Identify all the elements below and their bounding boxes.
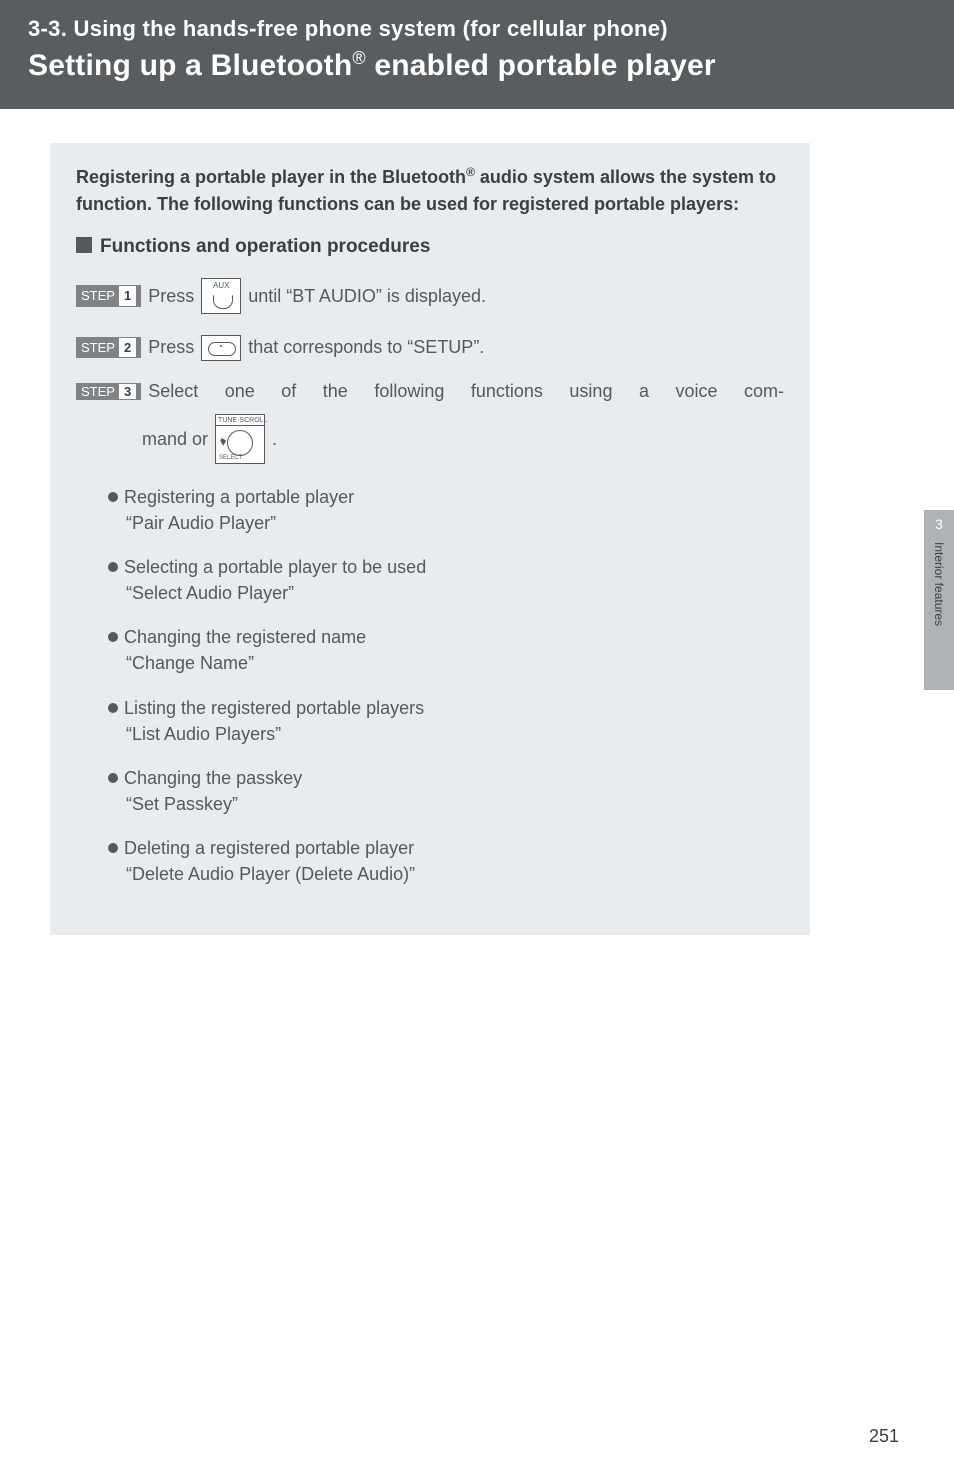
page-number: 251 <box>869 1426 899 1447</box>
side-tab: 3 Interior features <box>924 510 954 690</box>
step-label: STEP <box>81 384 115 399</box>
step3-tail-pre: mand or <box>142 429 208 450</box>
step2-post: that corresponds to “SETUP”. <box>248 334 484 361</box>
list-item: Selecting a portable player to be used “… <box>108 554 784 606</box>
step-number: 2 <box>119 338 136 358</box>
intro-pre: Registering a portable player in the Blu… <box>76 167 466 187</box>
step-badge: STEP 3 <box>76 383 141 400</box>
step-label: STEP <box>81 338 115 358</box>
step2-pre: Press <box>148 334 194 361</box>
registered-symbol-icon: ® <box>352 48 365 68</box>
func-command: “Select Audio Player” <box>126 580 784 606</box>
bullet-icon <box>108 562 118 572</box>
step3-text: Select one of the following functions us… <box>148 381 784 402</box>
square-marker-icon <box>76 237 92 253</box>
func-title: Listing the registered portable players <box>124 698 424 718</box>
func-command: “Set Passkey” <box>126 791 784 817</box>
content-panel: Registering a portable player in the Blu… <box>50 143 810 935</box>
knob-select-label: SELECT <box>219 455 242 461</box>
section-id: 3-3. Using the hands-free phone system (… <box>28 16 926 42</box>
title-pre: Setting up a Bluetooth <box>28 49 352 82</box>
title-post: enabled portable player <box>366 49 716 82</box>
step3-tail-post: . <box>272 429 277 450</box>
content-area: Registering a portable player in the Blu… <box>0 109 954 935</box>
bullet-icon <box>108 773 118 783</box>
step-label: STEP <box>81 286 115 306</box>
func-title: Deleting a registered portable player <box>124 838 414 858</box>
side-tab-label: Interior features <box>932 542 946 626</box>
bullet-icon <box>108 843 118 853</box>
sub-heading: Functions and operation procedures <box>76 236 784 258</box>
step-number: 3 <box>119 384 136 399</box>
aux-button-icon: AUX <box>201 278 241 314</box>
step-number: 1 <box>119 286 136 306</box>
list-item: Listing the registered portable players … <box>108 695 784 747</box>
step-3: STEP 3 Select one of the following funct… <box>76 381 784 464</box>
tune-scroll-knob-icon: TUNE·SCROLL SELECT <box>215 414 265 464</box>
step-1: STEP 1 Press AUX until “BT AUDIO” is dis… <box>76 278 784 314</box>
aux-label: AUX <box>213 281 229 290</box>
intro-paragraph: Registering a portable player in the Blu… <box>76 163 784 218</box>
func-command: “Pair Audio Player” <box>126 510 784 536</box>
subheading-text: Functions and operation procedures <box>100 236 430 257</box>
list-item: Deleting a registered portable player “D… <box>108 835 784 887</box>
preset-button-icon <box>201 335 241 361</box>
func-title: Registering a portable player <box>124 487 354 507</box>
bullet-icon <box>108 703 118 713</box>
arrow-icon <box>219 438 226 446</box>
step1-pre: Press <box>148 283 194 310</box>
list-item: Changing the passkey “Set Passkey” <box>108 765 784 817</box>
bullet-icon <box>108 492 118 502</box>
list-item: Changing the registered name “Change Nam… <box>108 624 784 676</box>
func-title: Selecting a portable player to be used <box>124 557 426 577</box>
dial-icon <box>227 430 253 456</box>
step-badge: STEP 2 <box>76 337 141 359</box>
func-command: “Change Name” <box>126 650 784 676</box>
step-2: STEP 2 Press that corresponds to “SETUP”… <box>76 334 784 361</box>
func-command: “List Audio Players” <box>126 721 784 747</box>
function-list: Registering a portable player “Pair Audi… <box>108 484 784 887</box>
step1-post: until “BT AUDIO” is displayed. <box>248 283 486 310</box>
section-title: Setting up a Bluetooth® enabled portable… <box>28 48 926 83</box>
side-tab-number: 3 <box>924 510 954 532</box>
func-title: Changing the passkey <box>124 768 302 788</box>
func-title: Changing the registered name <box>124 627 366 647</box>
bullet-icon <box>108 632 118 642</box>
list-item: Registering a portable player “Pair Audi… <box>108 484 784 536</box>
knob-top-label: TUNE·SCROLL <box>216 417 264 426</box>
step-badge: STEP 1 <box>76 285 141 307</box>
registered-symbol-icon: ® <box>466 165 475 179</box>
func-command: “Delete Audio Player (Delete Audio)” <box>126 861 784 887</box>
page-header: 3-3. Using the hands-free phone system (… <box>0 0 954 109</box>
